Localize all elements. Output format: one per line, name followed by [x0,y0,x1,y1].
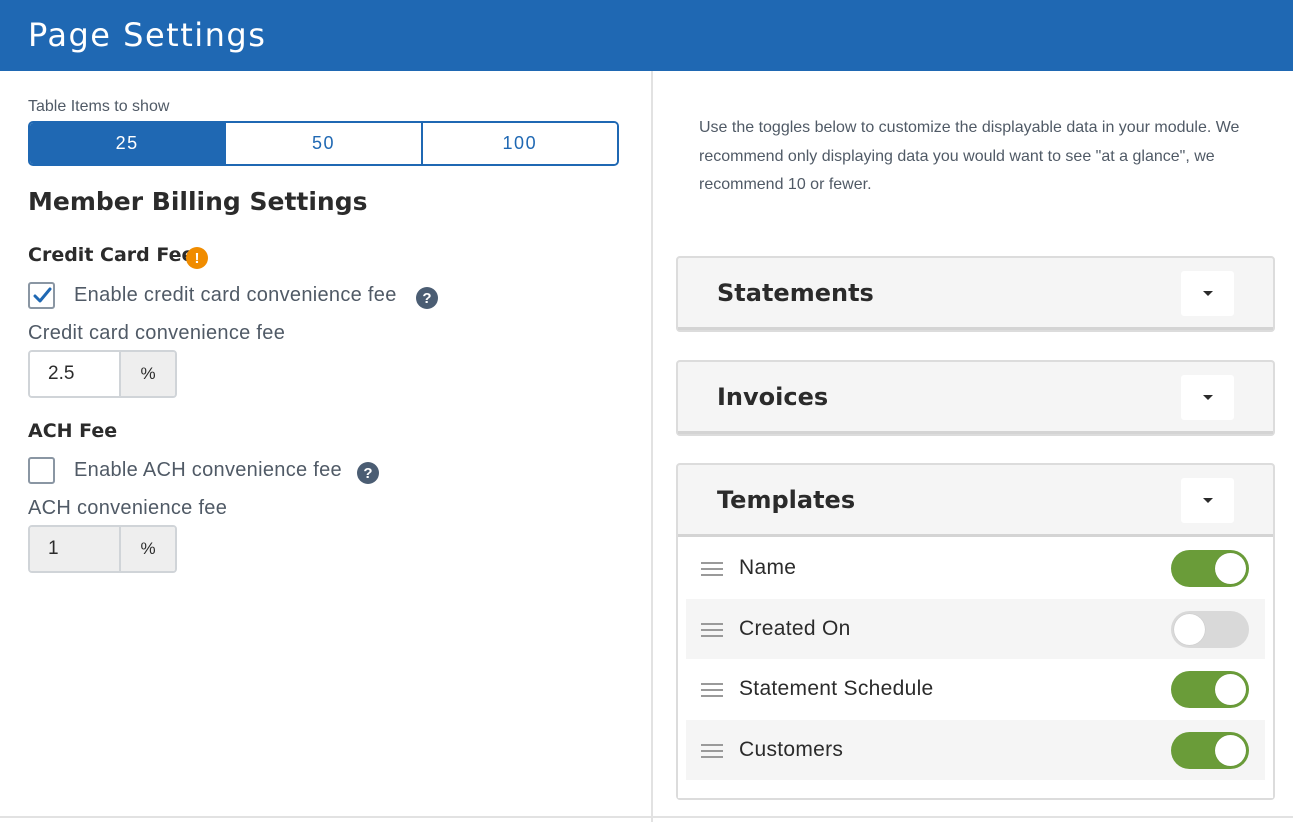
invoices-panel-title: Invoices [717,383,829,411]
caret-down-icon [1202,498,1213,503]
list-item-created-on: Created On [686,598,1265,659]
templates-panel-title: Templates [717,486,856,514]
drag-handle-icon[interactable] [701,562,723,576]
credit-card-fee-heading: Credit Card Fee [28,244,195,266]
credit-card-fee-input[interactable]: 2.5 [30,352,121,396]
ach-fee-checkbox-label[interactable]: Enable ACH convenience fee [74,459,342,482]
templates-field-list: Name Created On Statement Schedule Custo… [678,537,1273,798]
column-divider [651,71,653,822]
caret-down-icon [1202,395,1213,400]
invoices-panel-header[interactable]: Invoices [678,362,1273,434]
checkmark-icon [33,287,52,303]
toggle-switch[interactable] [1171,550,1249,587]
credit-card-fee-checkbox-label[interactable]: Enable credit card convenience fee [74,284,397,307]
drag-handle-icon[interactable] [701,743,723,758]
intro-text: Use the toggles below to customize the d… [699,119,1240,193]
list-item-statement-schedule: Statement Schedule [686,659,1265,720]
invoices-panel: Invoices [676,360,1275,436]
table-items-label: Table Items to show [28,98,170,115]
field-label: Statement Schedule [739,677,934,701]
toggle-switch[interactable] [1171,731,1249,769]
percent-unit-addon: % [121,352,175,396]
bottom-divider [0,816,1293,818]
toggle-switch[interactable] [1171,671,1249,708]
credit-card-fee-input-group: 2.5 % [28,350,177,398]
ach-fee-field-label: ACH convenience fee [28,497,228,519]
warning-icon: ! [186,247,208,269]
field-label: Customers [739,737,844,761]
list-item-name: Name [686,538,1265,599]
toggle-knob [1215,553,1246,584]
invoices-expand-button[interactable] [1181,375,1234,420]
statements-expand-button[interactable] [1181,271,1234,316]
help-icon[interactable]: ? [416,287,438,309]
ach-fee-input-group: 1 % [28,525,177,573]
help-icon[interactable]: ? [357,462,379,484]
toggle-switch[interactable] [1171,610,1249,648]
member-billing-settings-title: Member Billing Settings [28,187,368,216]
caret-down-icon [1202,291,1213,296]
table-items-option-25[interactable]: 25 [30,123,227,164]
ach-fee-checkbox[interactable] [28,457,55,484]
ach-fee-heading: ACH Fee [28,420,118,442]
toggle-knob [1215,674,1246,705]
templates-panel: Templates Name Created On Statement Sche… [676,463,1275,800]
templates-panel-header[interactable]: Templates [678,465,1273,537]
credit-card-fee-checkbox[interactable] [28,282,55,309]
drag-handle-icon[interactable] [701,683,723,697]
templates-expand-button[interactable] [1181,478,1234,523]
credit-card-fee-field-label: Credit card convenience fee [28,322,286,344]
statements-panel-title: Statements [717,279,874,307]
drag-handle-icon[interactable] [701,622,723,637]
field-label: Name [739,556,797,580]
ach-fee-input[interactable]: 1 [30,527,121,571]
toggle-knob [1215,734,1246,766]
list-item-customers: Customers [686,719,1265,780]
table-items-option-100[interactable]: 100 [422,123,617,164]
percent-unit-addon: % [121,527,175,571]
page-title: Page Settings [28,16,267,54]
statements-panel-header[interactable]: Statements [678,258,1273,330]
field-label: Created On [739,616,851,640]
table-items-selector: 25 50 100 [28,121,619,166]
toggle-knob [1174,613,1205,645]
page-header: Page Settings [0,0,1293,71]
statements-panel: Statements [676,256,1275,332]
table-items-option-50[interactable]: 50 [226,123,423,164]
